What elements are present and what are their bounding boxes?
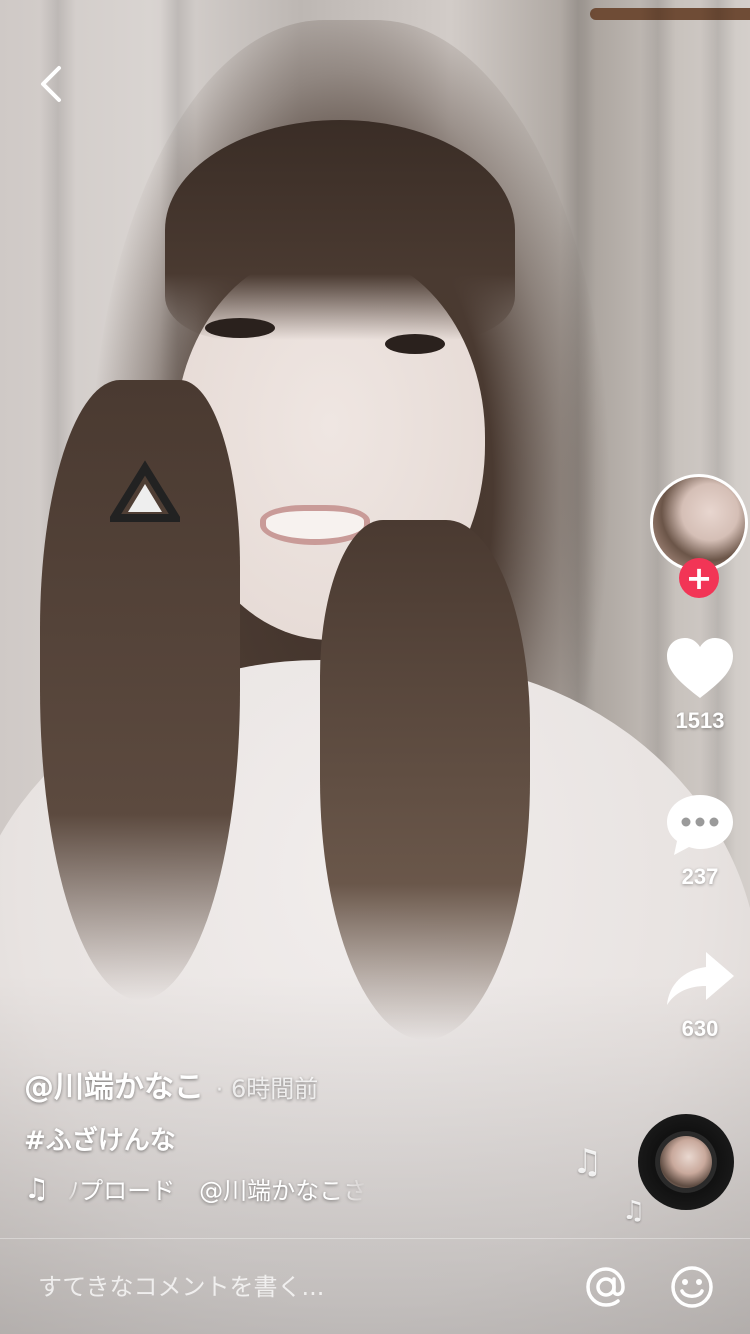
person-eye: [205, 318, 275, 338]
person-bangs: [165, 120, 515, 340]
comment-button[interactable]: 237: [652, 792, 748, 890]
share-arrow-icon: [667, 952, 734, 1005]
share-count: 630: [681, 1016, 719, 1041]
video-screen[interactable]: + 1513 237 630 ♫ ♫ @川端かなこ · 6時間前 #ふざけんな …: [0, 0, 750, 1334]
music-disc-icon: [660, 1136, 712, 1188]
person-eye: [385, 334, 445, 354]
at-sign-icon: [586, 1266, 625, 1307]
comment-bar: [0, 1238, 750, 1334]
comment-input[interactable]: [36, 1238, 578, 1334]
chevron-left-icon: [41, 66, 61, 102]
comment-count: 237: [681, 864, 719, 889]
music-disc-button[interactable]: [638, 1114, 734, 1210]
music-note-icon: ♫: [24, 1172, 50, 1205]
follow-button[interactable]: +: [679, 558, 719, 598]
music-title: ﾉプロード @川端かなこさ: [67, 1177, 368, 1205]
author-avatar-button[interactable]: +: [650, 474, 748, 598]
music-note-icon: ♫: [622, 1196, 646, 1226]
heart-icon: [667, 638, 733, 698]
separator: ·: [216, 1078, 223, 1103]
like-count: 1513: [675, 708, 725, 733]
like-button[interactable]: 1513: [652, 636, 748, 734]
author-line: @川端かなこ · 6時間前: [24, 1062, 604, 1106]
mention-button[interactable]: [578, 1259, 634, 1315]
author-username[interactable]: @川端かなこ: [24, 1062, 204, 1106]
back-button[interactable]: [22, 56, 78, 112]
video-info: @川端かなこ · 6時間前 #ふざけんな ♫ ﾉプロード @川端かなこさ: [24, 1062, 604, 1206]
emoji-button[interactable]: [664, 1259, 720, 1315]
video-caption[interactable]: #ふざけんな: [24, 1120, 604, 1157]
speech-bubble-icon: [667, 795, 733, 855]
share-button[interactable]: 630: [652, 948, 748, 1042]
person-hair-strands: [320, 520, 530, 1040]
music-ticker[interactable]: ♫ ﾉプロード @川端かなこさ: [24, 1171, 444, 1206]
post-time: 6時間前: [231, 1075, 319, 1103]
earring: [110, 460, 180, 522]
smiley-icon: [671, 1265, 713, 1308]
